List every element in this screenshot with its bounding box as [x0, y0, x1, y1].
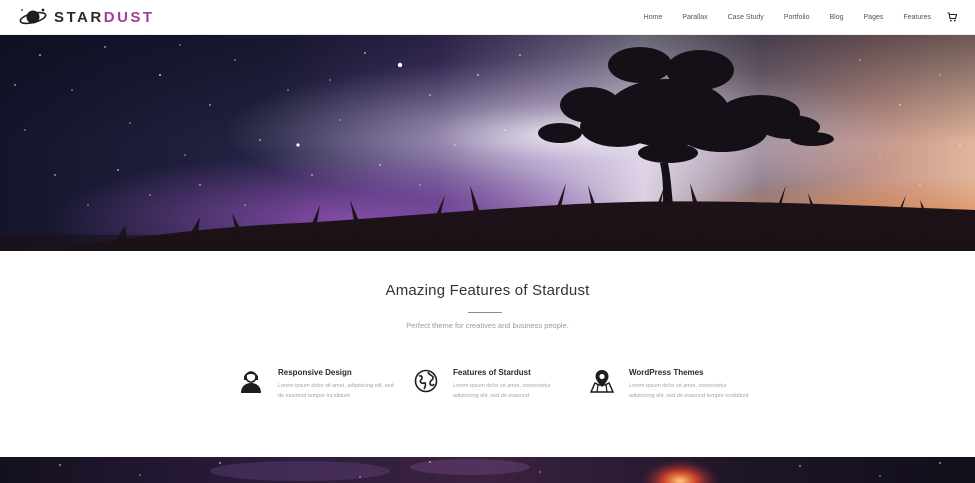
nav-item-pages[interactable]: Pages: [854, 14, 894, 21]
main-nav: Home Parallax Case Study Portfolio Blog …: [634, 12, 957, 22]
feature-description: Lorem ipsum dolor sit amet, consectetur …: [453, 383, 551, 399]
nav-item-features[interactable]: Features: [893, 14, 941, 21]
feature-title: Features of Stardust: [453, 368, 531, 377]
brand-name: STARDUST: [54, 9, 155, 26]
bottom-galaxy-strip: [0, 457, 975, 483]
nav-item-portfolio[interactable]: Portfolio: [774, 14, 820, 21]
nav-item-blog[interactable]: Blog: [820, 14, 854, 21]
feature-description: Lorem ipsum dolor sit amet, consectetur …: [629, 383, 749, 399]
cart-icon[interactable]: [947, 12, 957, 22]
brand-name-suffix: DUST: [103, 8, 155, 26]
feature-title: Responsive Design: [278, 368, 352, 377]
brand-logo-link[interactable]: STARDUST: [18, 6, 155, 28]
section-title: Amazing Features of Stardust: [385, 282, 590, 299]
user-support-icon: [241, 371, 261, 393]
brand-name-prefix: STAR: [54, 8, 104, 26]
section-divider: [468, 312, 502, 313]
feature-text: Features of Stardust Lorem ipsum dolor s…: [453, 368, 573, 401]
planet-ring-icon: [19, 8, 47, 25]
features-section: Amazing Features of Stardust Perfect the…: [0, 251, 975, 457]
hero-image: [0, 35, 975, 251]
feature-text: Responsive Design Lorem ipsum dolor sit …: [278, 368, 398, 401]
section-subtitle: Perfect theme for creatives and business…: [406, 321, 569, 330]
feature-wordpress-themes: WordPress Themes Lorem ipsum dolor sit a…: [589, 368, 759, 401]
globe-icon: [414, 369, 438, 393]
hero-banner: [0, 35, 975, 251]
galaxy-image: [0, 457, 975, 483]
nav-item-parallax[interactable]: Parallax: [672, 14, 717, 21]
nav-item-case-study[interactable]: Case Study: [718, 14, 774, 21]
site-header: STARDUST Home Parallax Case Study Portfo…: [0, 0, 975, 35]
nav-item-home[interactable]: Home: [634, 14, 673, 21]
map-pin-icon: [589, 370, 615, 393]
feature-text: WordPress Themes Lorem ipsum dolor sit a…: [629, 368, 749, 401]
feature-title: WordPress Themes: [629, 368, 704, 377]
feature-description: Lorem ipsum dolor sit amet, adipisicing …: [278, 383, 394, 399]
feature-responsive-design: Responsive Design Lorem ipsum dolor sit …: [238, 368, 408, 401]
feature-features-of-stardust: Features of Stardust Lorem ipsum dolor s…: [413, 368, 583, 401]
